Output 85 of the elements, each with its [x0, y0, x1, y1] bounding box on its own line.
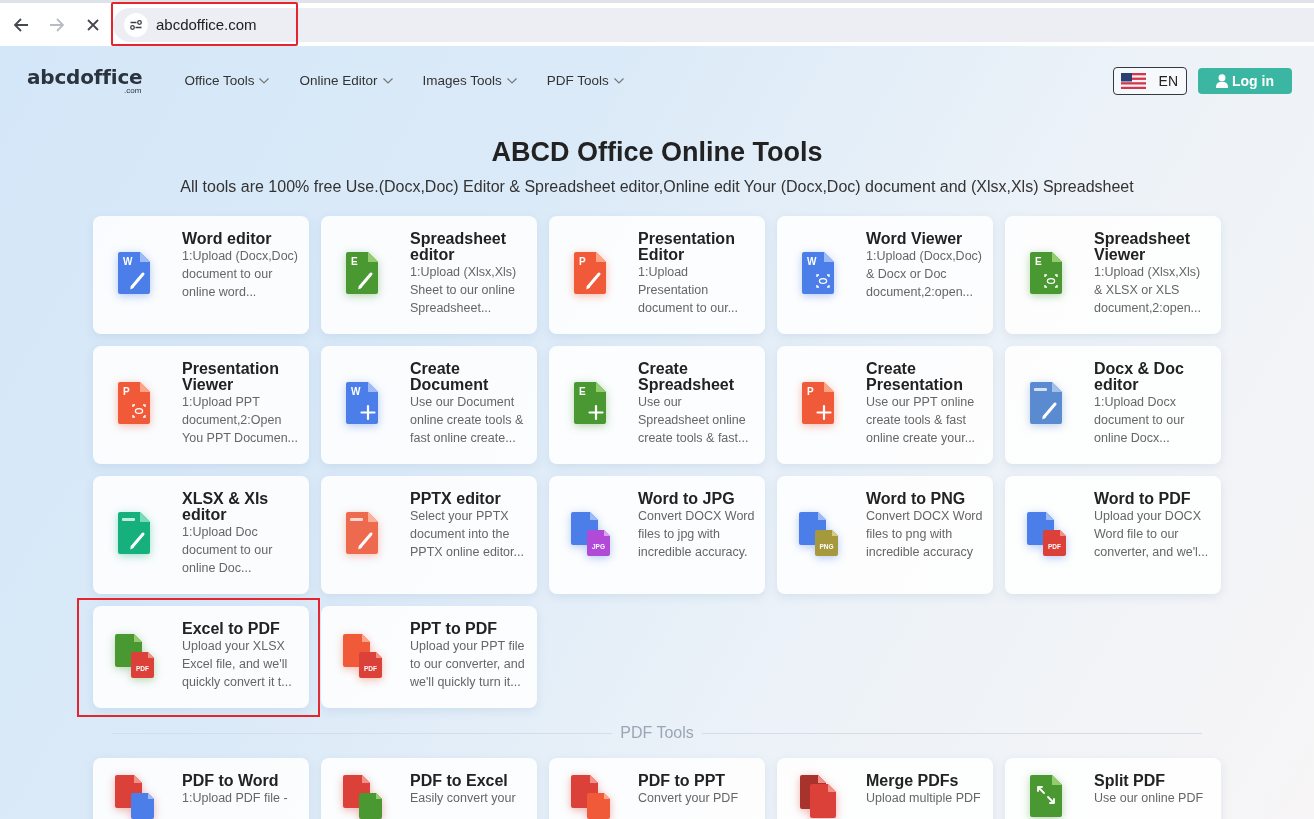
nav-menu-item[interactable]: Online Editor	[299, 73, 393, 88]
tool-card[interactable]: XLSX & Xls editor 1:Upload Doc document to our online Doc...	[93, 476, 309, 594]
two-documents-icon	[569, 773, 613, 819]
tool-title: Excel to PDF	[182, 621, 281, 637]
nav-menu-item[interactable]: Office Tools	[184, 73, 270, 88]
site-settings-icon	[124, 12, 148, 37]
arrow-left-icon	[13, 16, 29, 33]
tool-description: Upload your DOCX Word file to our converter, and we'l...	[1094, 508, 1210, 561]
tool-card[interactable]: P Create Presentation Use our PPT online create tools & fast online create your...	[777, 346, 993, 464]
user-icon	[1216, 73, 1228, 88]
tool-description: Use our PPT online create tools & fast online create your...	[866, 394, 977, 447]
tool-card[interactable]: P Presentation Editor 1:Upload Presentation document to our...	[549, 216, 765, 334]
tool-description: Easily convert your	[410, 790, 517, 807]
arrow-right-icon	[49, 16, 65, 33]
tool-description: 1:Upload PPT document,2:Open You PPT Documen...	[182, 394, 300, 447]
language-button[interactable]: EN	[1113, 66, 1187, 95]
tool-title: PPT to PDF	[410, 621, 499, 637]
tool-description: 1:Upload (Docx,Doc) document to our online word...	[182, 248, 299, 301]
tool-card[interactable]: PDF to Word 1:Upload PDF file -	[93, 758, 309, 819]
chevron-down-icon	[382, 77, 393, 84]
tool-title: Merge PDFs	[866, 773, 960, 789]
tool-title: Create Document	[410, 361, 490, 393]
tool-title: Word Viewer	[866, 231, 964, 247]
tool-description: 1:Upload PDF file -	[182, 790, 289, 807]
logo-wordmark[interactable]: abcdoffice	[27, 66, 143, 87]
tool-title: Word to JPG	[638, 491, 736, 507]
tool-title: Create Spreadsheet	[638, 361, 736, 393]
tool-card[interactable]: E Create Spreadsheet Use our Spreadsheet online create tools & fast...	[549, 346, 765, 464]
chevron-down-icon	[613, 77, 624, 84]
tool-description: Use our online PDF	[1094, 790, 1205, 807]
tool-card[interactable]: Merge PDFs Upload multiple PDF	[777, 758, 993, 819]
tool-title: Presentation Viewer	[182, 361, 280, 393]
tool-description: Convert DOCX Word files to png with incredible accuracy	[866, 508, 984, 561]
tool-card[interactable]: P Presentation Viewer 1:Upload PPT document,2:Open You PPT Documen...	[93, 346, 309, 464]
tool-card[interactable]: Split PDF Use our online PDF	[1005, 758, 1221, 819]
two-documents-icon	[113, 773, 157, 819]
tool-title: XLSX & Xls editor	[182, 491, 270, 523]
tool-title: PPTX editor	[410, 491, 502, 507]
tool-title: Docx & Doc editor	[1094, 361, 1185, 393]
tool-title: Presentation Editor	[638, 231, 736, 263]
tool-title: PDF to PPT	[638, 773, 727, 789]
page-title: ABCD Office Online Tools	[490, 136, 824, 168]
tool-description: Upload your PPT file to our converter, and we'll quickly turn it...	[410, 638, 526, 691]
tool-description: 1:Upload (Xlsx,Xls) Sheet to our online Spreadsheet...	[410, 264, 518, 317]
tool-card[interactable]: PDF to PPT Convert your PDF	[549, 758, 765, 819]
tool-card[interactable]: PPTX editor Select your PPTX document into the PPTX online editor...	[321, 476, 537, 594]
section-title: PDF Tools	[620, 724, 694, 742]
tool-description: 1:Upload Docx document to our online Docx...	[1094, 394, 1186, 447]
tool-card[interactable]: E Spreadsheet Viewer 1:Upload (Xlsx,Xls) & XLSX or XLS document,2:open...	[1005, 216, 1221, 334]
tool-title: Word editor	[182, 231, 273, 247]
url-text: abcdoffice.com	[156, 16, 257, 33]
tool-card[interactable]: W Create Document Use our Document online create tools & fast online create...	[321, 346, 537, 464]
tool-description: Select your PPTX document into the PPTX online editor...	[410, 508, 525, 561]
tool-title: Split PDF	[1094, 773, 1167, 789]
chevron-down-icon	[259, 77, 270, 84]
tool-card[interactable]: PDF to Excel Easily convert your	[321, 758, 537, 819]
tool-title: Spreadsheet Viewer	[1094, 231, 1192, 263]
tool-title: Spreadsheet editor	[410, 231, 508, 263]
tool-description: Use our Spreadsheet online create tools & fast...	[638, 394, 750, 447]
tool-description: Convert your PDF	[638, 790, 740, 807]
logo-domain: .com	[124, 86, 142, 95]
nav-menu-item[interactable]: Images Tools	[422, 73, 517, 88]
tool-card[interactable]: W Word Viewer 1:Upload (Docx,Doc) & Docx or Doc document,2:open...	[777, 216, 993, 334]
tool-description: 1:Upload (Docx,Doc) & Docx or Doc document,2:open...	[866, 248, 983, 301]
tool-title: PDF to Word	[182, 773, 280, 789]
tool-title: PDF to Excel	[410, 773, 509, 789]
tool-title: Create Presentation	[866, 361, 964, 393]
page-subtitle: All tools are 100% free Use.(Docx,Doc) Editor & Spreadsheet editor,Online edit Your (Docx,Doc) document and (Xlsx,Xls) Spreadsheet	[179, 177, 1135, 197]
close-icon	[87, 18, 99, 31]
tool-description: 1:Upload (Xlsx,Xls) & XLSX or XLS document,2:open...	[1094, 264, 1203, 317]
tool-description: Convert DOCX Word files to jpg with incredible accuracy.	[638, 508, 756, 561]
tool-description: 1:Upload Doc document to our online Doc...	[182, 524, 274, 577]
two-documents-icon	[341, 773, 385, 819]
chevron-down-icon	[506, 77, 517, 84]
tool-title: Word to PNG	[866, 491, 967, 507]
tool-card[interactable]: Docx & Doc editor 1:Upload Docx document to our online Docx...	[1005, 346, 1221, 464]
tool-card[interactable]: E Spreadsheet editor 1:Upload (Xlsx,Xls) Sheet to our online Spreadsheet...	[321, 216, 537, 334]
tool-description: 1:Upload Presentation document to our...	[638, 264, 740, 317]
tool-card[interactable]: W Word editor 1:Upload (Docx,Doc) document to our online word...	[93, 216, 309, 334]
flag-icon	[1121, 72, 1146, 89]
tool-description: Upload your XLSX Excel file, and we'll quickly convert it t...	[182, 638, 293, 691]
tool-title: Word to PDF	[1094, 491, 1192, 507]
nav-menu-item[interactable]: PDF Tools	[546, 73, 624, 88]
tool-description: Upload multiple PDF	[866, 790, 982, 807]
tool-description: Use our Document online create tools & fast online create...	[410, 394, 525, 447]
